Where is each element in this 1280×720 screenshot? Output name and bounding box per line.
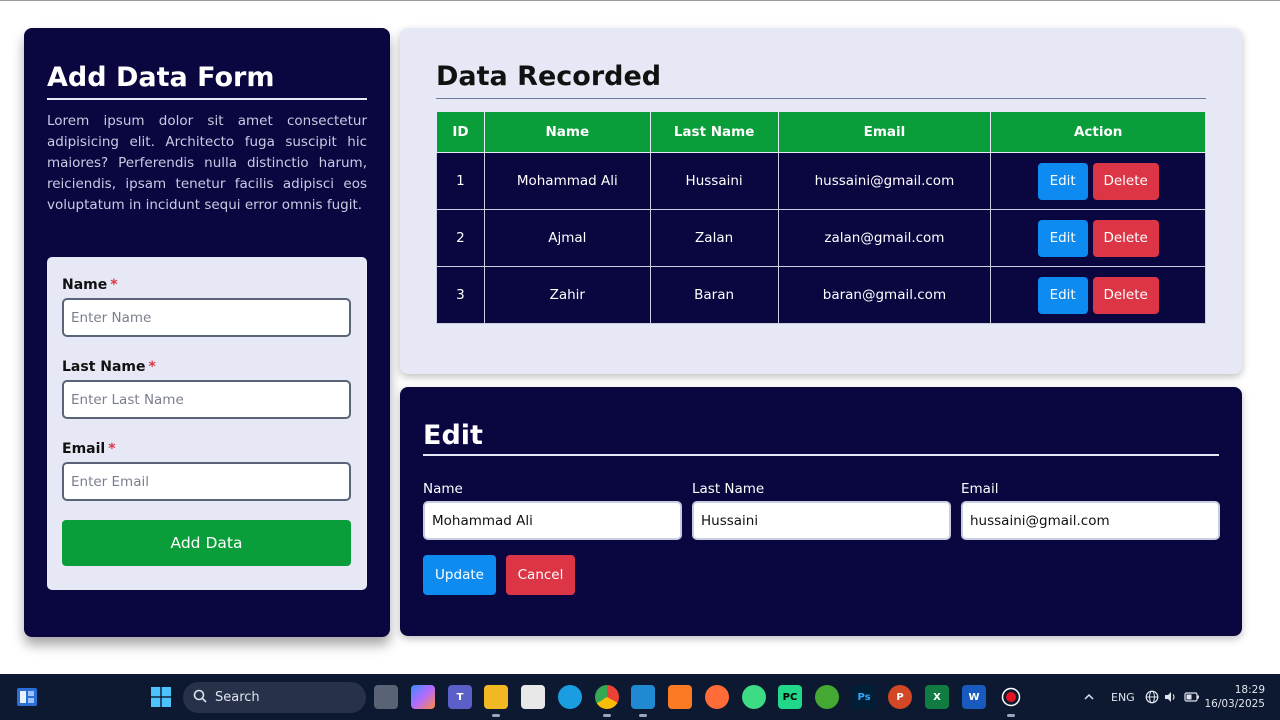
edit-name-input[interactable] bbox=[423, 501, 682, 540]
cell-id: 1 bbox=[436, 152, 485, 210]
edit-name-label: Name bbox=[423, 481, 463, 497]
edit-last-name-input[interactable] bbox=[692, 501, 951, 540]
table-header-row: ID Name Last Name Email Action bbox=[436, 111, 1206, 153]
name-label: Name * bbox=[62, 277, 118, 293]
data-recorded-panel: Data Recorded ID Name Last Name Email Ac… bbox=[400, 28, 1242, 374]
language-indicator[interactable]: ENG bbox=[1111, 674, 1135, 720]
teams-icon[interactable]: T bbox=[448, 685, 472, 709]
edit-email-label: Email bbox=[961, 481, 999, 497]
cell-actions: Edit Delete bbox=[990, 266, 1206, 324]
add-data-button[interactable]: Add Data bbox=[62, 520, 351, 566]
column-header-last-name: Last Name bbox=[649, 111, 779, 153]
clock-date: 16/03/2025 bbox=[1204, 698, 1265, 710]
cell-email: baran@gmail.com bbox=[777, 266, 992, 324]
pycharm-icon[interactable]: PC bbox=[778, 685, 802, 709]
battery-icon[interactable] bbox=[1184, 674, 1200, 720]
chrome-icon[interactable] bbox=[595, 685, 619, 717]
email-field-group: Email * bbox=[62, 439, 352, 501]
anaconda-icon[interactable] bbox=[815, 685, 839, 709]
copilot-icon[interactable] bbox=[411, 685, 435, 709]
edit-email-group: Email bbox=[961, 481, 1220, 540]
column-header-action: Action bbox=[990, 111, 1206, 153]
last-name-field-group: Last Name * bbox=[62, 357, 352, 419]
xampp-icon[interactable] bbox=[668, 685, 692, 709]
cell-id: 2 bbox=[436, 209, 485, 267]
edit-last-name-label: Last Name bbox=[692, 481, 765, 497]
email-label: Email * bbox=[62, 441, 116, 457]
clock-time: 18:29 bbox=[1234, 684, 1265, 696]
delete-row-button[interactable]: Delete bbox=[1092, 276, 1159, 314]
cell-id: 3 bbox=[436, 266, 485, 324]
cell-last-name: Zalan bbox=[649, 209, 779, 267]
column-header-email: Email bbox=[777, 111, 992, 153]
required-marker: * bbox=[110, 277, 118, 293]
edit-actions: Update Cancel bbox=[423, 555, 1219, 595]
table-row: 1 Mohammad Ali Hussaini hussaini@gmail.c… bbox=[436, 152, 1206, 210]
data-recorded-title: Data Recorded bbox=[436, 58, 1206, 99]
add-form-card: Name* Last Name* Email* Add Data bbox=[47, 257, 367, 590]
last-name-input[interactable] bbox=[62, 380, 351, 419]
required-marker: * bbox=[108, 441, 116, 457]
photoshop-icon[interactable]: Ps bbox=[852, 685, 876, 709]
edit-fields-row: Name Last Name Email bbox=[423, 481, 1220, 540]
name-input[interactable] bbox=[62, 298, 351, 337]
edit-panel: Edit Name Last Name Email Update Cancel bbox=[400, 387, 1242, 636]
cell-actions: Edit Delete bbox=[990, 209, 1206, 267]
android-studio-icon[interactable] bbox=[742, 685, 766, 709]
widgets-icon[interactable] bbox=[16, 686, 38, 708]
add-data-panel: Add Data Form Lorem ipsum dolor sit amet… bbox=[24, 28, 390, 637]
file-explorer-icon[interactable] bbox=[484, 685, 508, 717]
volume-icon[interactable] bbox=[1164, 674, 1178, 720]
records-table: ID Name Last Name Email Action 1 Mohamma… bbox=[436, 111, 1206, 324]
edit-row-button[interactable]: Edit bbox=[1037, 219, 1088, 257]
table-row: 2 Ajmal Zalan zalan@gmail.com Edit Delete bbox=[436, 209, 1206, 267]
last-name-label: Last Name * bbox=[62, 359, 156, 375]
column-header-id: ID bbox=[436, 111, 485, 153]
update-button[interactable]: Update bbox=[423, 555, 496, 595]
cell-name: Ajmal bbox=[483, 209, 651, 267]
cancel-button[interactable]: Cancel bbox=[506, 555, 575, 595]
postman-icon[interactable] bbox=[705, 685, 729, 709]
edit-row-button[interactable]: Edit bbox=[1037, 276, 1088, 314]
word-icon[interactable]: W bbox=[962, 685, 986, 709]
task-view-icon[interactable] bbox=[374, 685, 398, 709]
taskbar-search-box[interactable]: Search bbox=[183, 682, 366, 713]
cell-last-name: Hussaini bbox=[649, 152, 779, 210]
add-form-description: Lorem ipsum dolor sit amet consectetur a… bbox=[47, 113, 367, 213]
screen-recorder-icon[interactable] bbox=[999, 685, 1023, 717]
cell-email: zalan@gmail.com bbox=[777, 209, 992, 267]
delete-row-button[interactable]: Delete bbox=[1092, 162, 1159, 200]
edit-name-group: Name bbox=[423, 481, 682, 540]
network-globe-icon[interactable] bbox=[1145, 674, 1159, 720]
windows-start-icon[interactable] bbox=[151, 687, 171, 711]
search-label: Search bbox=[215, 690, 260, 705]
taskbar: Search T PC Ps P X W ENG 18:29 16/03/202… bbox=[0, 674, 1280, 720]
edit-email-input[interactable] bbox=[961, 501, 1220, 540]
search-icon bbox=[193, 689, 207, 707]
required-marker: * bbox=[148, 359, 156, 375]
email-input[interactable] bbox=[62, 462, 351, 501]
table-row: 3 Zahir Baran baran@gmail.com Edit Delete bbox=[436, 266, 1206, 324]
edit-panel-title: Edit bbox=[423, 417, 1219, 456]
cell-email: hussaini@gmail.com bbox=[777, 152, 992, 210]
cell-name: Mohammad Ali bbox=[483, 152, 651, 210]
edit-last-name-group: Last Name bbox=[692, 481, 951, 540]
edge-icon[interactable] bbox=[558, 685, 582, 709]
show-hidden-icons-chevron-icon[interactable] bbox=[1083, 674, 1095, 720]
delete-row-button[interactable]: Delete bbox=[1092, 219, 1159, 257]
system-clock[interactable]: 18:29 16/03/2025 bbox=[1204, 683, 1265, 711]
cell-last-name: Baran bbox=[649, 266, 779, 324]
edit-row-button[interactable]: Edit bbox=[1037, 162, 1088, 200]
name-field-group: Name * bbox=[62, 275, 352, 337]
cell-name: Zahir bbox=[483, 266, 651, 324]
cell-actions: Edit Delete bbox=[990, 152, 1206, 210]
add-form-title: Add Data Form bbox=[47, 58, 367, 100]
window-top-border bbox=[0, 0, 1280, 1]
excel-icon[interactable]: X bbox=[925, 685, 949, 709]
vs-code-icon[interactable] bbox=[631, 685, 655, 717]
powerpoint-icon[interactable]: P bbox=[888, 685, 912, 709]
column-header-name: Name bbox=[483, 111, 651, 153]
microsoft-store-icon[interactable] bbox=[521, 685, 545, 709]
